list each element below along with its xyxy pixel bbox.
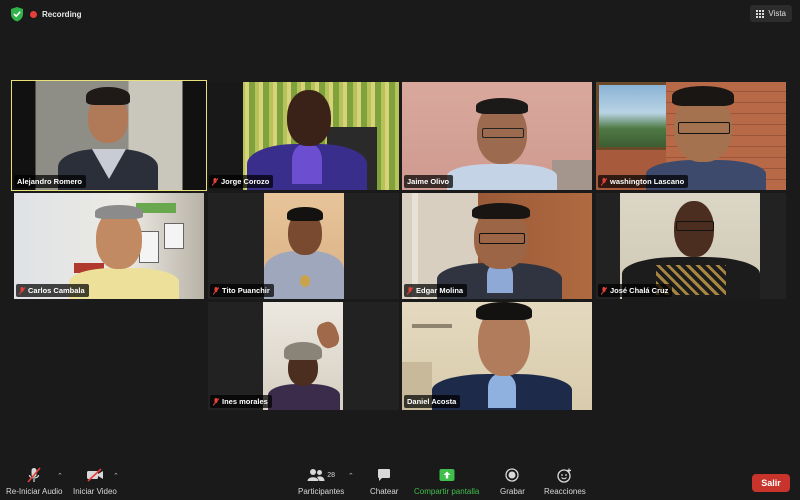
- participant-name-tag: Jorge Corozo: [209, 175, 274, 188]
- people-icon: [307, 469, 325, 481]
- reactions-button[interactable]: Reacciones: [544, 466, 586, 496]
- view-button[interactable]: Vista: [750, 5, 792, 22]
- participant-name: José Chalá Cruz: [610, 286, 669, 295]
- camera-off-icon: [86, 468, 103, 482]
- share-screen-button[interactable]: Compartir pantalla: [414, 466, 479, 496]
- participant-name-tag: José Chalá Cruz: [598, 284, 673, 297]
- share-screen-arrow-icon: [439, 469, 455, 481]
- participants-count: 28: [327, 471, 336, 479]
- microphone-muted-icon: [601, 286, 607, 295]
- record-icon: [505, 468, 520, 482]
- video-feed: [596, 82, 786, 190]
- participant-name: Alejandro Romero: [17, 177, 83, 186]
- participants-options-chevron-icon[interactable]: ⌃: [348, 472, 354, 480]
- participant-tile[interactable]: Ines morales: [208, 302, 399, 410]
- participant-tile[interactable]: washington Lascano: [596, 82, 786, 190]
- record-button[interactable]: Grabar: [500, 466, 525, 496]
- participant-name: Daniel Acosta: [407, 397, 457, 406]
- participant-name: Carlos Cambala: [28, 286, 85, 295]
- audio-label: Re-Iniciar Audio: [6, 487, 63, 496]
- video-button[interactable]: Iniciar Video: [73, 466, 117, 496]
- recording-indicator[interactable]: Recording: [30, 6, 82, 22]
- meeting-toolbar: Re-Iniciar Audio ⌃ Iniciar Video ⌃ 28 Pa…: [0, 462, 800, 500]
- video-label: Iniciar Video: [73, 487, 117, 496]
- audio-button[interactable]: Re-Iniciar Audio: [6, 466, 62, 496]
- top-bar: Recording Vista: [0, 0, 800, 28]
- participant-tile[interactable]: Jorge Corozo: [207, 82, 399, 190]
- recording-dot-icon: [30, 10, 37, 18]
- video-options-chevron-icon[interactable]: ⌃: [113, 472, 119, 480]
- participant-tile[interactable]: Alejandro Romero: [11, 80, 207, 191]
- participants-label: Participantes: [298, 487, 345, 496]
- participant-name-tag: Jaime Olivo: [404, 175, 454, 188]
- participant-name: washington Lascano: [610, 177, 685, 186]
- record-label: Grabar: [500, 487, 525, 496]
- participant-name-tag: Edgar Molina: [404, 284, 468, 297]
- participant-name: Tito Puanchir: [222, 286, 270, 295]
- microphone-muted-icon: [213, 286, 219, 295]
- participant-tile[interactable]: Jaime Olivo: [402, 82, 592, 190]
- leave-button[interactable]: Salir: [752, 474, 790, 492]
- microphone-muted-icon: [27, 467, 41, 483]
- participant-name: Jaime Olivo: [407, 177, 450, 186]
- video-feed: [208, 302, 399, 410]
- view-label: Vista: [768, 9, 786, 18]
- video-feed: [402, 82, 592, 190]
- video-feed: [207, 82, 399, 190]
- participants-button[interactable]: 28 Participantes: [298, 466, 344, 496]
- share-label: Compartir pantalla: [414, 487, 480, 496]
- video-feed: [12, 81, 206, 190]
- shield-check-icon[interactable]: [10, 6, 24, 22]
- microphone-muted-icon: [19, 286, 25, 295]
- video-feed: [402, 302, 592, 410]
- participant-name: Edgar Molina: [416, 286, 464, 295]
- audio-options-chevron-icon[interactable]: ⌃: [57, 472, 63, 480]
- grid-icon: [756, 9, 765, 18]
- participant-name-tag: Daniel Acosta: [404, 395, 461, 408]
- participant-name-tag: Carlos Cambala: [16, 284, 89, 297]
- participant-tile[interactable]: Edgar Molina: [402, 193, 592, 299]
- participant-name-tag: washington Lascano: [598, 175, 689, 188]
- chat-button[interactable]: Chatear: [370, 466, 398, 496]
- chat-bubble-icon: [378, 469, 391, 481]
- participant-name-tag: Tito Puanchir: [210, 284, 274, 297]
- participant-name-tag: Alejandro Romero: [14, 175, 87, 188]
- microphone-muted-icon: [212, 177, 218, 186]
- participant-name: Ines morales: [222, 397, 268, 406]
- microphone-muted-icon: [407, 286, 413, 295]
- participant-name-tag: Ines morales: [210, 395, 272, 408]
- microphone-muted-icon: [601, 177, 607, 186]
- microphone-muted-icon: [213, 397, 219, 406]
- reactions-label: Reacciones: [544, 487, 586, 496]
- participant-tile[interactable]: José Chalá Cruz: [596, 193, 786, 299]
- participant-tile[interactable]: Daniel Acosta: [402, 302, 592, 410]
- participant-name: Jorge Corozo: [221, 177, 270, 186]
- participant-tile[interactable]: Tito Puanchir: [208, 193, 399, 299]
- leave-label: Salir: [761, 478, 781, 488]
- participant-tile[interactable]: Carlos Cambala: [14, 193, 204, 299]
- smile-add-icon: [557, 468, 572, 483]
- recording-label: Recording: [42, 9, 82, 19]
- chat-label: Chatear: [370, 487, 399, 496]
